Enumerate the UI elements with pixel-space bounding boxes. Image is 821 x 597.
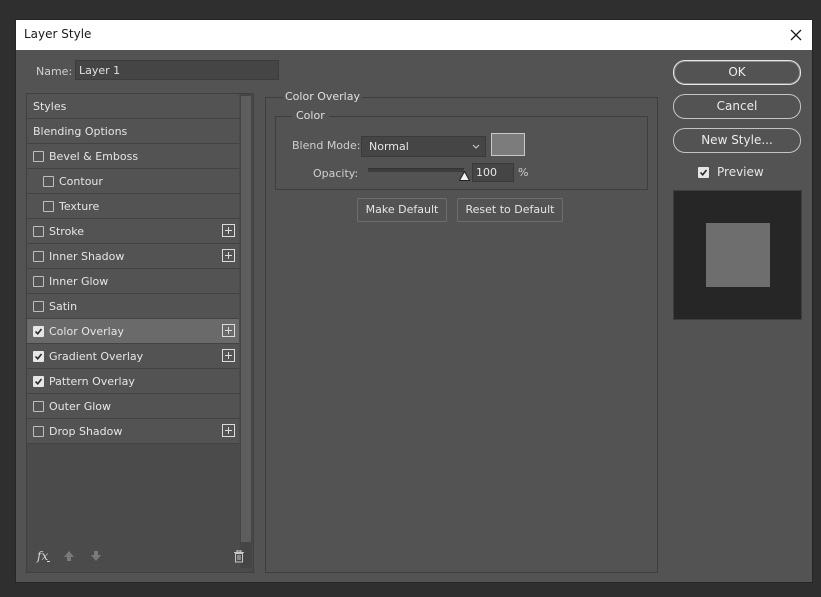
style-checkbox[interactable] bbox=[33, 226, 44, 237]
trash-icon[interactable] bbox=[233, 549, 245, 566]
style-item-label: Color Overlay bbox=[49, 325, 124, 338]
scrollbar-thumb[interactable] bbox=[241, 96, 251, 542]
style-item[interactable]: Outer Glow bbox=[27, 394, 239, 419]
style-item-label: Contour bbox=[59, 175, 103, 188]
style-checkbox[interactable] bbox=[33, 251, 44, 262]
style-item[interactable]: Stroke bbox=[27, 219, 239, 244]
title-bar: Layer Style bbox=[16, 20, 812, 50]
add-effect-icon[interactable] bbox=[222, 324, 235, 337]
preview-checkbox[interactable] bbox=[698, 167, 709, 178]
style-item[interactable]: Bevel & Emboss bbox=[27, 144, 239, 169]
new-style-button[interactable]: New Style... bbox=[673, 128, 801, 153]
blend-mode-value: Normal bbox=[369, 140, 409, 153]
color-overlay-title: Color Overlay bbox=[283, 90, 362, 103]
style-item[interactable]: Pattern Overlay bbox=[27, 369, 239, 394]
preview-label: Preview bbox=[717, 165, 764, 179]
opacity-slider-thumb[interactable] bbox=[458, 170, 470, 184]
ok-button[interactable]: OK bbox=[673, 60, 801, 85]
style-item[interactable]: Contour bbox=[27, 169, 239, 194]
add-effect-icon[interactable] bbox=[222, 424, 235, 437]
make-default-button[interactable]: Make Default bbox=[357, 198, 447, 222]
overlay-color-swatch[interactable] bbox=[491, 133, 525, 156]
add-effect-icon[interactable] bbox=[222, 349, 235, 362]
move-up-icon[interactable] bbox=[63, 550, 75, 565]
move-down-icon[interactable] bbox=[90, 550, 102, 565]
style-item-label: Styles bbox=[33, 100, 67, 113]
layer-style-dialog: Layer Style Name: Styles Blending Options… bbox=[16, 20, 812, 582]
style-item-label: Outer Glow bbox=[49, 400, 112, 413]
layer-name-input[interactable] bbox=[75, 60, 279, 80]
style-item-label: Gradient Overlay bbox=[49, 350, 144, 363]
style-checkbox[interactable] bbox=[33, 376, 44, 387]
chevron-down-icon bbox=[471, 140, 481, 155]
style-item[interactable]: Color Overlay bbox=[27, 319, 239, 344]
style-item[interactable]: Drop Shadow bbox=[27, 419, 239, 444]
cancel-button[interactable]: Cancel bbox=[673, 94, 801, 119]
opacity-input[interactable] bbox=[472, 163, 514, 182]
style-item[interactable]: Inner Glow bbox=[27, 269, 239, 294]
style-checkbox[interactable] bbox=[33, 276, 44, 287]
opacity-label: Opacity: bbox=[313, 167, 359, 180]
opacity-slider-track bbox=[368, 168, 464, 172]
opacity-slider[interactable] bbox=[368, 166, 470, 181]
style-item[interactable]: Inner Shadow bbox=[27, 244, 239, 269]
fx-icon[interactable]: fx bbox=[36, 548, 52, 567]
style-checkbox[interactable] bbox=[33, 426, 44, 437]
style-item-label: Bevel & Emboss bbox=[49, 150, 139, 163]
style-item[interactable]: Texture bbox=[27, 194, 239, 219]
preview-box bbox=[673, 190, 802, 320]
blend-mode-label: Blend Mode: bbox=[292, 139, 361, 152]
style-item-label: Texture bbox=[59, 200, 100, 213]
styles-list: Styles Blending Options Bevel & Emboss Cont… bbox=[27, 94, 239, 444]
style-checkbox[interactable] bbox=[43, 176, 54, 187]
style-checkbox[interactable] bbox=[33, 151, 44, 162]
add-effect-icon[interactable] bbox=[222, 249, 235, 262]
style-item[interactable]: Gradient Overlay bbox=[27, 344, 239, 369]
style-item-label: Drop Shadow bbox=[49, 425, 123, 438]
style-checkbox[interactable] bbox=[33, 401, 44, 412]
style-checkbox[interactable] bbox=[43, 201, 54, 212]
style-item-label: Inner Glow bbox=[49, 275, 109, 288]
color-group-title: Color bbox=[292, 109, 329, 122]
dialog-title: Layer Style bbox=[24, 27, 92, 41]
style-checkbox[interactable] bbox=[33, 351, 44, 362]
style-checkbox[interactable] bbox=[33, 301, 44, 312]
style-item-label: Satin bbox=[49, 300, 78, 313]
opacity-unit: % bbox=[518, 166, 529, 179]
style-item-label: Stroke bbox=[49, 225, 85, 238]
style-item-label: Inner Shadow bbox=[49, 250, 125, 263]
style-item[interactable]: Satin bbox=[27, 294, 239, 319]
style-checkbox[interactable] bbox=[33, 326, 44, 337]
reset-to-default-button[interactable]: Reset to Default bbox=[457, 198, 563, 222]
styles-scrollbar[interactable] bbox=[240, 94, 252, 568]
preview-thumbnail bbox=[706, 223, 770, 287]
styles-bottom-bar: fx bbox=[27, 544, 253, 572]
close-icon[interactable] bbox=[780, 20, 812, 50]
style-item-label: Blending Options bbox=[33, 125, 128, 138]
styles-panel: Styles Blending Options Bevel & Emboss Cont… bbox=[26, 93, 254, 573]
style-item[interactable]: Blending Options bbox=[27, 119, 239, 144]
blend-mode-select[interactable]: Normal bbox=[361, 136, 486, 157]
add-effect-icon[interactable] bbox=[222, 224, 235, 237]
style-item[interactable]: Styles bbox=[27, 94, 239, 119]
name-label: Name: bbox=[36, 65, 73, 78]
style-item-label: Pattern Overlay bbox=[49, 375, 135, 388]
svg-text:fx: fx bbox=[36, 549, 48, 563]
